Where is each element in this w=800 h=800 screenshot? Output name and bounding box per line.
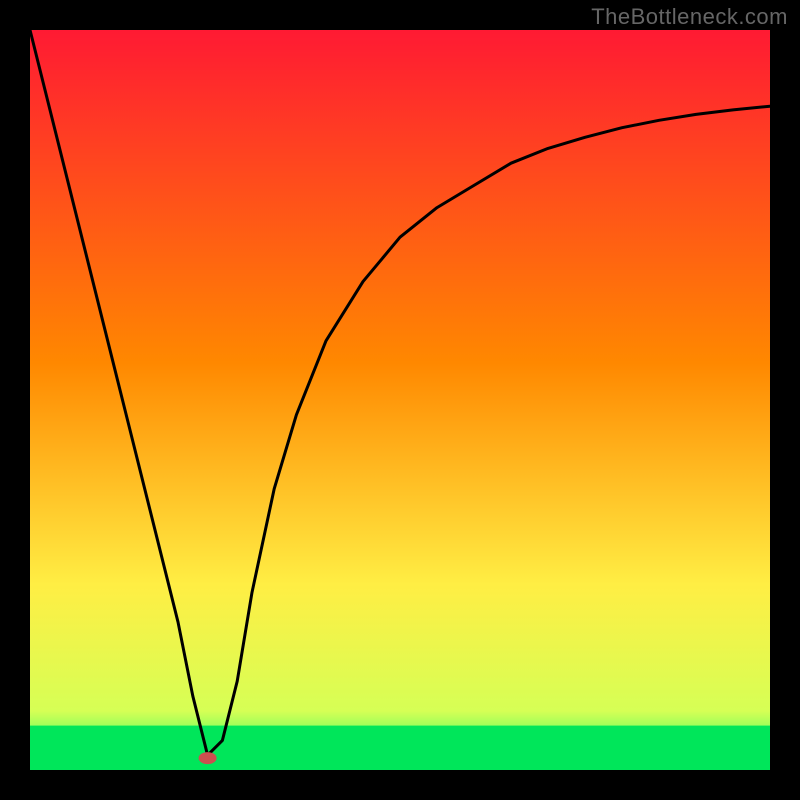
plot-svg: [30, 30, 770, 770]
plot-area: [30, 30, 770, 770]
gradient-background: [30, 30, 770, 770]
chart-frame: TheBottleneck.com: [0, 0, 800, 800]
watermark-text: TheBottleneck.com: [591, 4, 788, 30]
green-band: [30, 726, 770, 770]
optimal-point-marker: [199, 752, 217, 764]
